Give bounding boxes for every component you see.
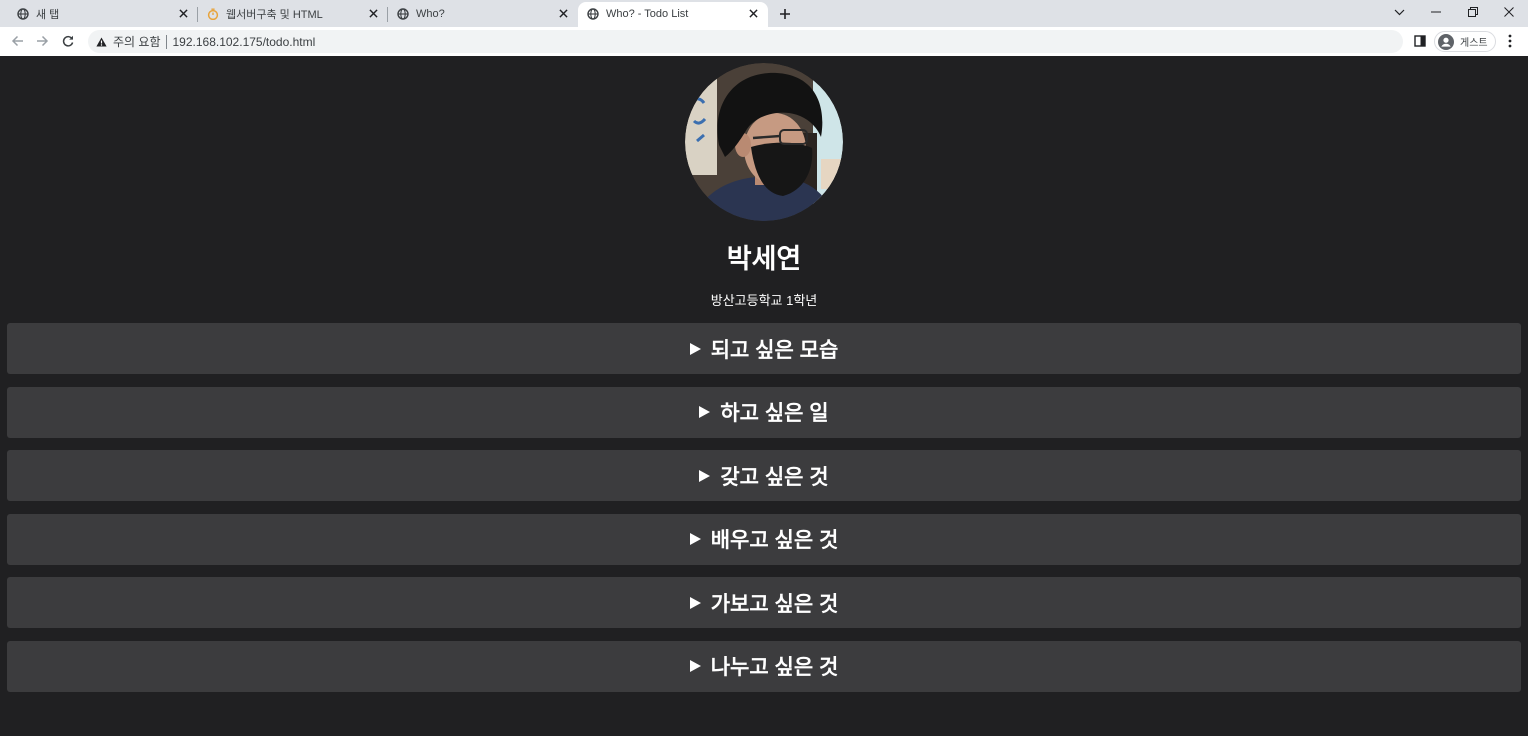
- menu-icon[interactable]: [1505, 34, 1515, 48]
- url-text[interactable]: 192.168.102.175/todo.html: [173, 35, 316, 49]
- disclosure-triangle-icon: [689, 533, 701, 546]
- security-status[interactable]: 주의 요함: [113, 33, 161, 50]
- section-label: 가보고 싶은 것: [710, 592, 839, 616]
- tab-list: 새 탭 웹서버구축 및 HTML Who? Who? - Todo List: [8, 0, 768, 27]
- close-icon[interactable]: [176, 7, 190, 21]
- restore-icon[interactable]: [1466, 5, 1480, 19]
- disclosure-triangle-icon: [689, 660, 701, 673]
- tab-new-tab[interactable]: 새 탭: [8, 2, 198, 27]
- disclosure-triangle-icon: [689, 596, 701, 609]
- section-who-i-want-to-be[interactable]: 되고 싶은 모습: [7, 323, 1521, 374]
- section-label: 배우고 싶은 것: [710, 529, 839, 553]
- plus-icon[interactable]: [776, 5, 794, 23]
- globe-icon: [586, 7, 600, 21]
- profile-button[interactable]: 게스트: [1434, 31, 1496, 52]
- address-divider: [165, 34, 167, 49]
- section-things-to-share[interactable]: 나누고 싶은 것: [7, 640, 1521, 692]
- tab-who-todo-list[interactable]: Who? - Todo List: [578, 2, 768, 27]
- disclosure-triangle-icon: [699, 406, 711, 419]
- minimize-icon[interactable]: [1429, 5, 1443, 19]
- profile-name: 박세연: [726, 244, 802, 274]
- section-things-to-do[interactable]: 하고 싶은 일: [7, 386, 1521, 438]
- section-label: 하고 싶은 일: [720, 402, 829, 426]
- tab-title: Who? - Todo List: [606, 7, 689, 20]
- account-icon: [1438, 33, 1454, 50]
- close-icon[interactable]: [366, 7, 380, 21]
- tab-search-icon[interactable]: [1392, 5, 1406, 19]
- page-content: 박세연 방산고등학교 1학년 되고 싶은 모습 하고 싶은 일 갖고 싶은 것 …: [0, 56, 1528, 736]
- globe-icon: [396, 7, 410, 21]
- address-bar[interactable]: 주의 요함 192.168.102.175/todo.html: [88, 30, 1403, 53]
- tab-title: 웹서버구축 및 HTML: [226, 8, 323, 21]
- section-things-to-learn[interactable]: 배우고 싶은 것: [7, 513, 1521, 565]
- section-places-to-visit[interactable]: 가보고 싶은 것: [7, 577, 1521, 629]
- profile-photo: [685, 63, 843, 221]
- forward-arrow-icon[interactable]: [35, 34, 49, 48]
- disclosure-triangle-icon: [689, 342, 701, 355]
- section-label: 나누고 싶은 것: [710, 656, 839, 680]
- section-things-to-have[interactable]: 갖고 싶은 것: [7, 450, 1521, 502]
- profile-subtitle: 방산고등학교 1학년: [710, 293, 818, 308]
- close-icon[interactable]: [1502, 5, 1516, 19]
- close-icon[interactable]: [746, 7, 760, 21]
- side-panel-icon[interactable]: [1414, 35, 1426, 47]
- todo-sections: 되고 싶은 모습 하고 싶은 일 갖고 싶은 것 배우고 싶은 것 가보고 싶은…: [7, 323, 1521, 705]
- tab-web-server-html[interactable]: 웹서버구축 및 HTML: [198, 2, 388, 27]
- profile-label: 게스트: [1460, 38, 1488, 49]
- disclosure-triangle-icon: [699, 469, 711, 482]
- reload-icon[interactable]: [61, 34, 75, 48]
- tab-title: Who?: [416, 7, 445, 20]
- browser-toolbar: 주의 요함 192.168.102.175/todo.html 게스트: [0, 27, 1528, 56]
- timer-icon: [206, 7, 220, 21]
- close-icon[interactable]: [556, 7, 570, 21]
- warning-icon[interactable]: [96, 36, 107, 47]
- back-arrow-icon[interactable]: [10, 34, 24, 48]
- tab-title: 새 탭: [36, 8, 60, 21]
- section-label: 갖고 싶은 것: [720, 465, 829, 489]
- globe-icon: [16, 7, 30, 21]
- tab-strip: 새 탭 웹서버구축 및 HTML Who? Who? - Todo List: [0, 0, 1528, 27]
- tab-who[interactable]: Who?: [388, 2, 578, 27]
- section-label: 되고 싶은 모습: [710, 338, 839, 362]
